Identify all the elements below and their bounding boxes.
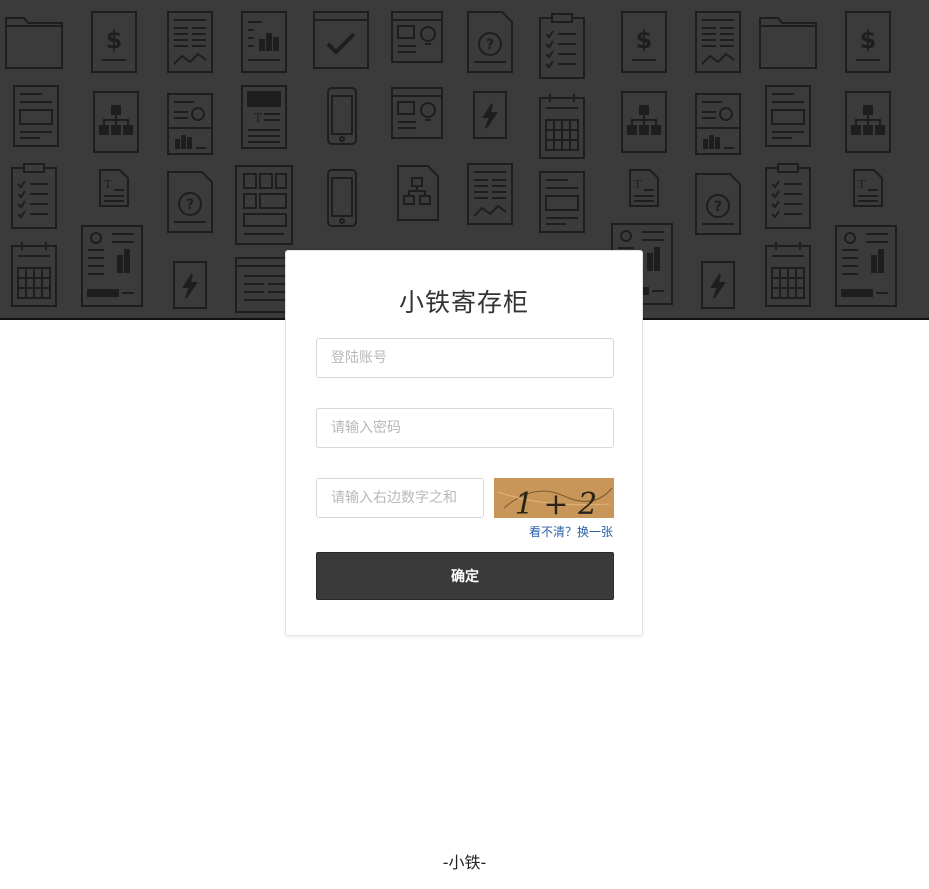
captcha-refresh-link[interactable]: 看不清？换一张: [529, 523, 613, 540]
login-page: $ ? T T 小铁寄存柜 登陆账号 请输入右边数字之和 1 + 2 看不清？换…: [0, 0, 929, 889]
footer-text: -小铁-: [442, 853, 487, 872]
login-card: 小铁寄存柜 1 + 2 看不清？换一张 确定: [285, 250, 643, 636]
app-title: 小铁寄存柜: [398, 288, 529, 317]
password-input[interactable]: [316, 408, 614, 448]
submit-button[interactable]: 确定: [316, 552, 614, 600]
captcha-input[interactable]: [316, 478, 484, 518]
username-input[interactable]: [316, 338, 614, 378]
captcha-image[interactable]: 1 + 2: [494, 478, 614, 518]
captcha-text: 1 + 2: [515, 487, 597, 518]
